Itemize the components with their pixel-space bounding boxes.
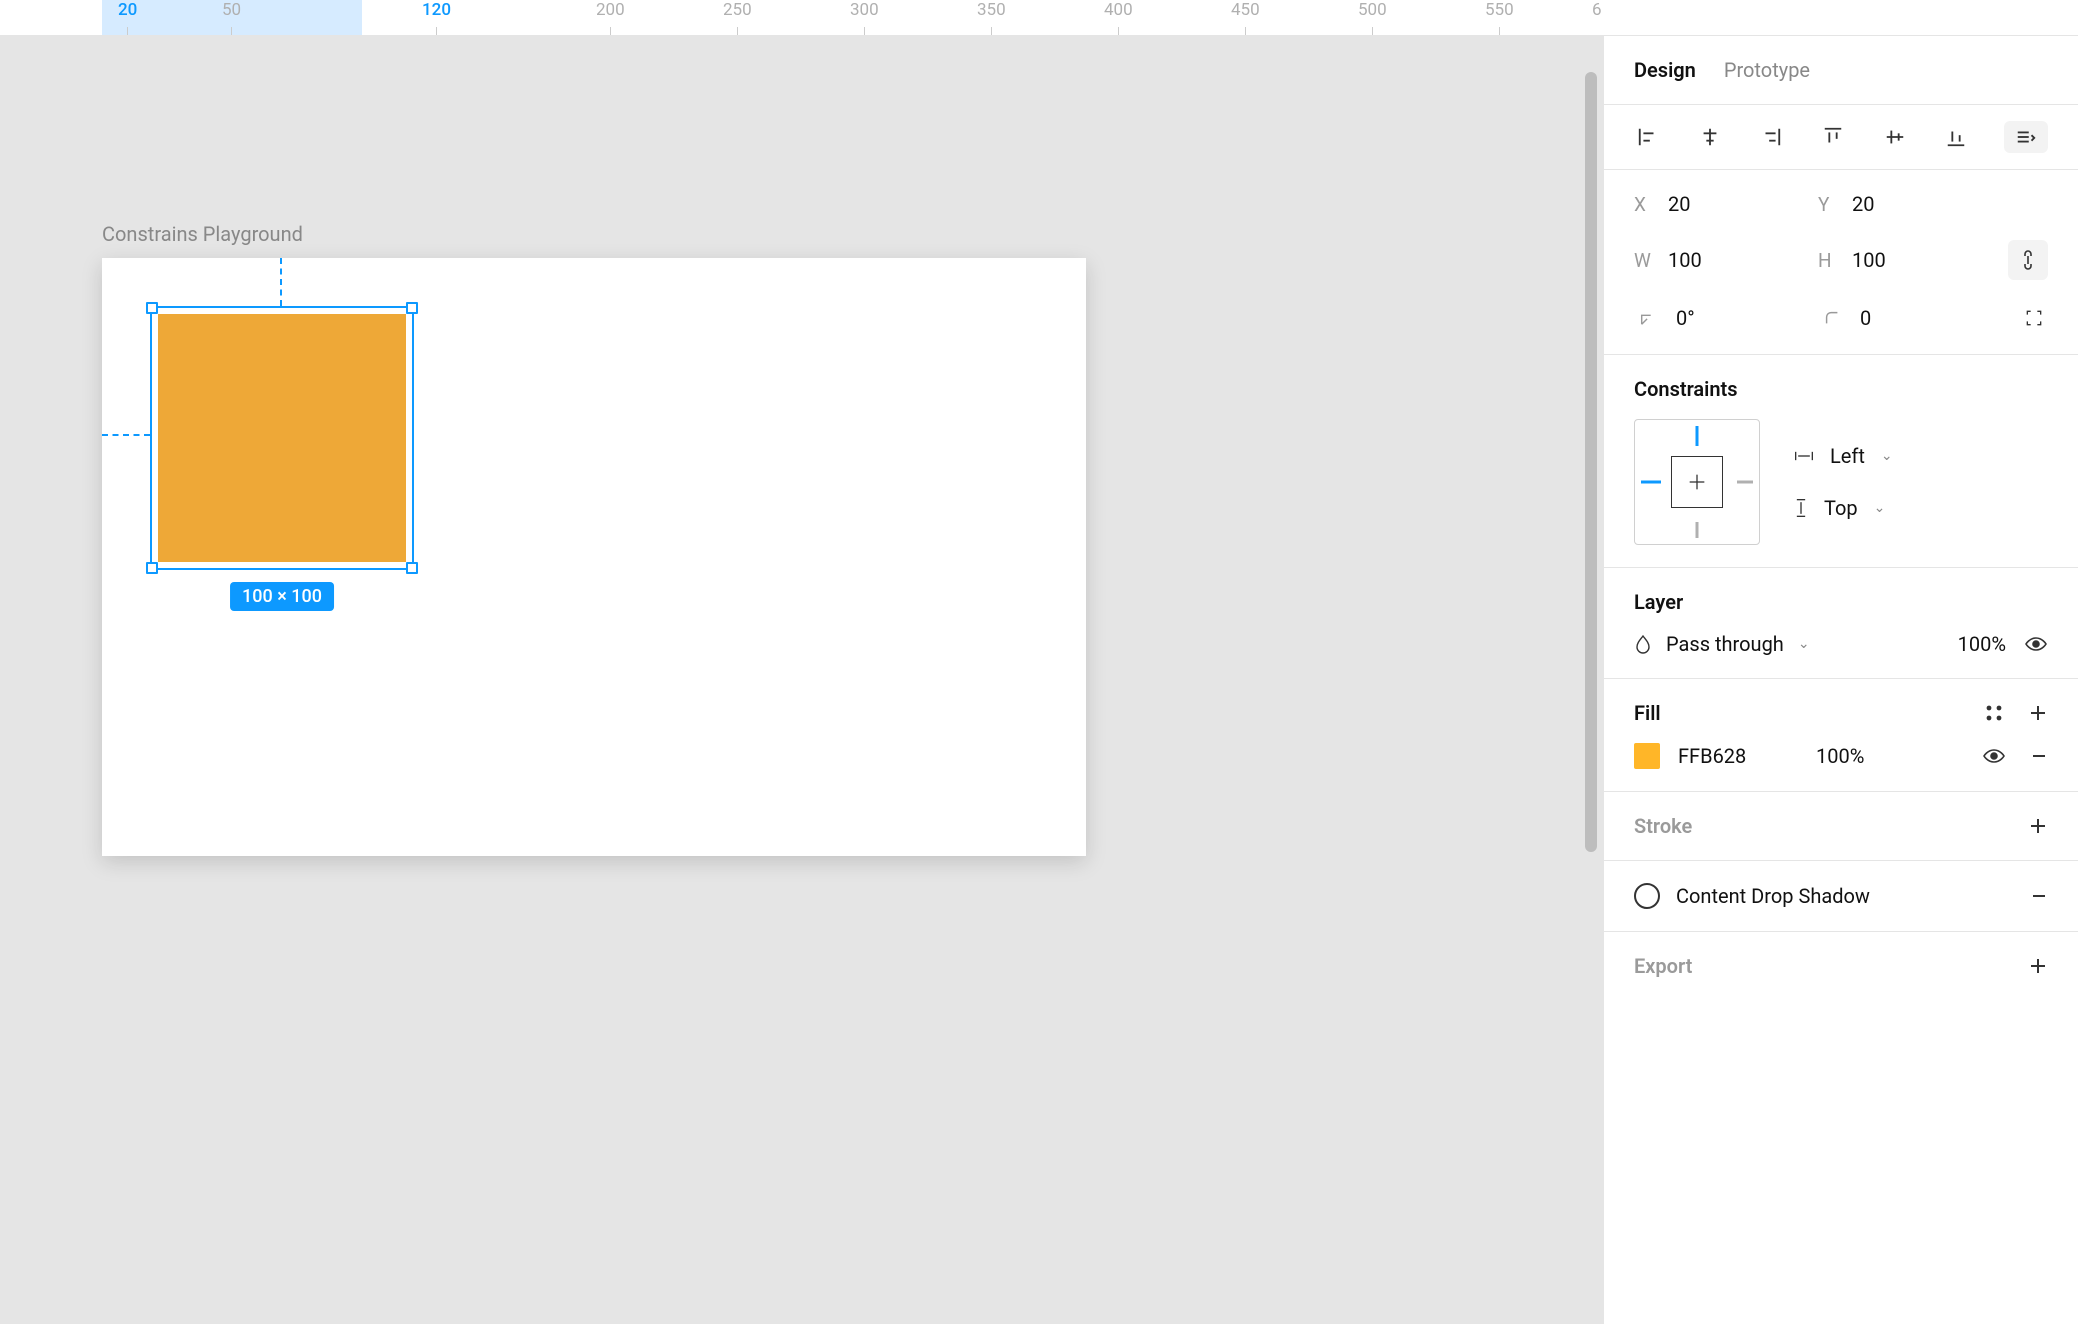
- remove-effect-button[interactable]: [2030, 887, 2048, 905]
- constraint-pin-left[interactable]: [1641, 481, 1661, 484]
- ruler-tick: 300: [850, 0, 879, 35]
- ruler-tick: 20: [118, 0, 137, 35]
- tab-prototype[interactable]: Prototype: [1724, 58, 1810, 82]
- align-top-icon[interactable]: [1819, 123, 1847, 151]
- constraint-inner-box: [1671, 456, 1723, 508]
- fill-section: Fill FFB628 100%: [1604, 678, 2078, 791]
- tidy-up-button[interactable]: [2004, 121, 2048, 153]
- corner-radius-icon: [1818, 304, 1846, 332]
- guide-horizontal: [102, 434, 150, 436]
- guide-vertical: [280, 258, 282, 306]
- width-field[interactable]: W100: [1634, 248, 1818, 272]
- ruler-tick: 120: [422, 0, 451, 35]
- ruler-tick: 50: [222, 0, 241, 35]
- constraints-section: Constraints Left ⌄: [1604, 354, 2078, 567]
- chevron-down-icon: ⌄: [1881, 448, 1893, 464]
- add-export-button[interactable]: [2028, 956, 2048, 976]
- link-dimensions-button[interactable]: [2008, 240, 2048, 280]
- constraints-title: Constraints: [1634, 377, 2048, 401]
- x-field[interactable]: X20: [1634, 192, 1818, 216]
- height-field[interactable]: H100: [1818, 248, 2002, 272]
- effect-icon[interactable]: [1634, 883, 1660, 909]
- selection-outline: [150, 306, 414, 570]
- effects-section: Content Drop Shadow: [1604, 860, 2078, 931]
- effect-name[interactable]: Content Drop Shadow: [1676, 884, 2014, 908]
- ruler-tick: 200: [596, 0, 625, 35]
- rotation-icon: [1634, 304, 1662, 332]
- constraint-pin-right[interactable]: [1737, 481, 1753, 484]
- chevron-down-icon: ⌄: [1798, 636, 1810, 652]
- stroke-section: Stroke: [1604, 791, 2078, 860]
- independent-corners-button[interactable]: [2020, 304, 2048, 332]
- layer-section: Layer Pass through ⌄ 100%: [1604, 567, 2078, 678]
- align-left-icon[interactable]: [1634, 123, 1662, 151]
- selection-handle-nw[interactable]: [146, 302, 158, 314]
- constraint-pin-top[interactable]: [1696, 426, 1699, 446]
- remove-fill-button[interactable]: [2030, 747, 2048, 765]
- tab-design[interactable]: Design: [1634, 58, 1696, 82]
- horizontal-constraint-icon: [1794, 449, 1814, 463]
- transform-section: X20 Y20 W100 H100 0° 0: [1604, 169, 2078, 354]
- align-row: [1604, 104, 2078, 169]
- layer-opacity-field[interactable]: 100%: [1958, 632, 2006, 656]
- vertical-scrollbar[interactable]: [1585, 72, 1597, 852]
- y-field[interactable]: Y20: [1818, 192, 2002, 216]
- ruler-tick: 500: [1358, 0, 1387, 35]
- blend-mode-select[interactable]: Pass through ⌄: [1634, 632, 1810, 656]
- ruler-tick: 250: [723, 0, 752, 35]
- frame-label[interactable]: Constrains Playground: [102, 222, 303, 246]
- rotation-field[interactable]: 0°: [1634, 304, 1818, 332]
- align-hcenter-icon[interactable]: [1696, 123, 1724, 151]
- ruler-tick: 350: [977, 0, 1006, 35]
- ruler-tick: 400: [1104, 0, 1133, 35]
- align-right-icon[interactable]: [1757, 123, 1785, 151]
- export-title: Export: [1634, 954, 1692, 978]
- fill-hex-field[interactable]: FFB628: [1678, 744, 1798, 768]
- ruler-tick: 550: [1485, 0, 1514, 35]
- visibility-toggle[interactable]: [2024, 635, 2048, 653]
- constraint-vertical-select[interactable]: Top ⌄: [1794, 496, 1893, 520]
- vertical-constraint-icon: [1794, 498, 1808, 518]
- export-section: Export: [1604, 931, 2078, 1000]
- blend-icon: [1634, 634, 1652, 654]
- fill-visibility-toggle[interactable]: [1982, 747, 2006, 765]
- add-stroke-button[interactable]: [2028, 816, 2048, 836]
- ruler-tick: 450: [1231, 0, 1260, 35]
- chevron-down-icon: ⌄: [1874, 500, 1886, 516]
- styles-icon[interactable]: [1984, 703, 2004, 723]
- constraints-widget[interactable]: [1634, 419, 1760, 545]
- fill-opacity-field[interactable]: 100%: [1816, 744, 1964, 768]
- corner-radius-field[interactable]: 0: [1818, 304, 2002, 332]
- selection-handle-sw[interactable]: [146, 562, 158, 574]
- fill-title: Fill: [1634, 701, 1661, 725]
- selection-handle-se[interactable]: [406, 562, 418, 574]
- add-fill-button[interactable]: [2028, 703, 2048, 723]
- selection-handle-ne[interactable]: [406, 302, 418, 314]
- dimensions-badge: 100 × 100: [230, 582, 334, 611]
- ruler-tick: 6: [1592, 0, 1602, 35]
- panel-tabs: Design Prototype: [1604, 36, 2078, 104]
- fill-swatch[interactable]: [1634, 743, 1660, 769]
- design-panel: Design Prototype X20 Y20 W100 H100: [1603, 36, 2078, 1324]
- canvas[interactable]: Constrains Playground 100 × 100: [0, 36, 1603, 1324]
- stroke-title: Stroke: [1634, 814, 1692, 838]
- align-bottom-icon[interactable]: [1942, 123, 1970, 151]
- constraint-pin-bottom[interactable]: [1696, 522, 1699, 538]
- constraint-horizontal-select[interactable]: Left ⌄: [1794, 444, 1893, 468]
- horizontal-ruler[interactable]: 20 50 120 200 250 300 350 400 450 500 55…: [0, 0, 2078, 36]
- align-vcenter-icon[interactable]: [1881, 123, 1909, 151]
- layer-title: Layer: [1634, 590, 2048, 614]
